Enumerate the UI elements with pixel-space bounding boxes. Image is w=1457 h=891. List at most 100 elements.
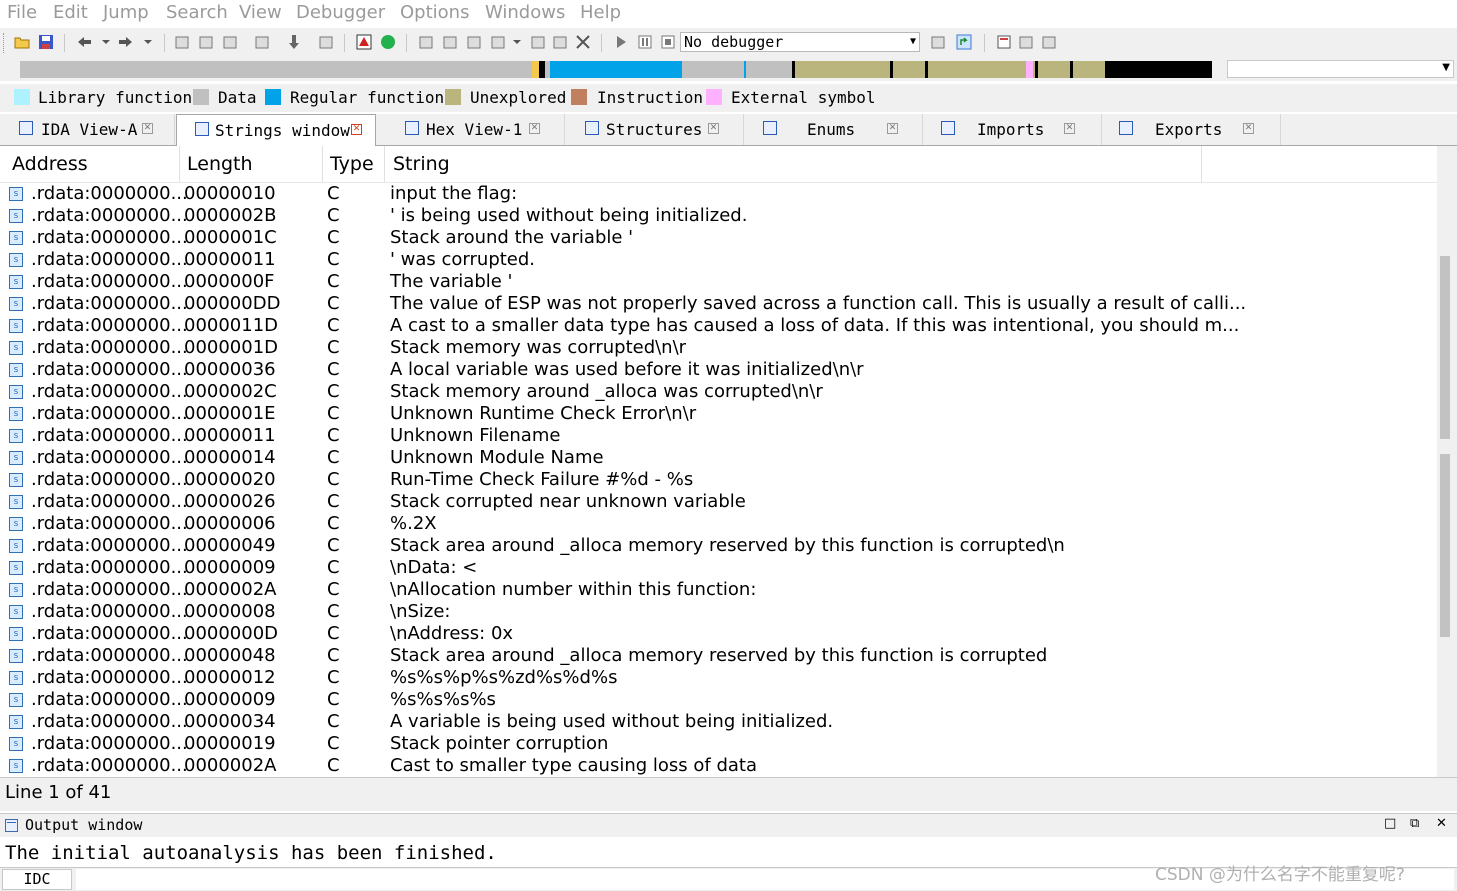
menu-edit[interactable]: Edit — [53, 2, 88, 23]
column-header-string[interactable]: String — [393, 153, 450, 175]
table-row[interactable]: s .rdata:0000000... 00000020 C Run-Time Chec… — [0, 469, 1437, 491]
table-row[interactable]: s .rdata:0000000... 0000000D C \nAddress: 0x — [0, 623, 1437, 645]
play-icon[interactable] — [613, 34, 629, 50]
add-segment-icon[interactable] — [1018, 34, 1034, 50]
back-arrow-icon[interactable] — [76, 34, 92, 50]
close-icon[interactable]: ✕ — [1064, 123, 1075, 134]
menu-search[interactable]: Search — [166, 2, 228, 23]
table-row[interactable]: s .rdata:0000000... 00000009 C %s%s%s%s — [0, 689, 1437, 711]
chevron-down-icon[interactable] — [509, 34, 525, 50]
text-search-icon[interactable] — [198, 34, 214, 50]
stop-icon[interactable] — [660, 34, 676, 50]
menu-jump[interactable]: Jump — [103, 2, 149, 23]
table-row[interactable]: s .rdata:0000000... 00000036 C A local varia… — [0, 359, 1437, 381]
table-row[interactable]: s .rdata:0000000... 00000049 C Stack area ar… — [0, 535, 1437, 557]
table-row[interactable]: s .rdata:0000000... 0000002A C Cast to small… — [0, 755, 1437, 776]
menu-debugger[interactable]: Debugger — [296, 2, 385, 23]
toolbar-grip[interactable] — [3, 33, 7, 53]
chevron-down-icon[interactable] — [140, 34, 156, 50]
menu-windows[interactable]: Windows — [485, 2, 565, 23]
vertical-scrollbar[interactable] — [1437, 146, 1457, 777]
breakpoint-icon[interactable] — [930, 34, 946, 50]
string-cell: %s%s%s%s — [390, 689, 496, 710]
undefine-icon[interactable] — [575, 34, 591, 50]
float-icon[interactable]: ⧉ — [1410, 816, 1419, 831]
save-icon[interactable] — [38, 34, 54, 50]
make-array-icon[interactable] — [466, 34, 482, 50]
menu-view[interactable]: View — [239, 2, 282, 23]
column-divider[interactable] — [1201, 146, 1202, 182]
search-next-icon[interactable] — [254, 34, 270, 50]
debugger-select[interactable]: No debugger ▼ — [680, 32, 920, 52]
column-divider[interactable] — [322, 146, 323, 182]
table-row[interactable]: s .rdata:0000000... 0000002C C Stack memory … — [0, 381, 1437, 403]
forward-arrow-icon[interactable] — [118, 34, 134, 50]
tab-structures[interactable]: Structures ✕ — [566, 114, 744, 145]
chevron-down-icon[interactable] — [98, 34, 114, 50]
make-data-icon[interactable] — [442, 34, 458, 50]
tab-hex-view-1[interactable]: Hex View-1 ✕ — [377, 114, 565, 145]
binary-search-icon[interactable] — [174, 34, 190, 50]
table-row[interactable]: s .rdata:0000000... 00000008 C \nSize: — [0, 601, 1437, 623]
immediate-search-icon[interactable] — [222, 34, 238, 50]
table-row[interactable]: s .rdata:0000000... 00000014 C Unknown Modul… — [0, 447, 1437, 469]
table-row[interactable]: s .rdata:0000000... 0000002A C \nAllocation … — [0, 579, 1437, 601]
idc-language-button[interactable]: IDC — [2, 869, 72, 890]
column-divider[interactable] — [179, 146, 180, 182]
menu-options[interactable]: Options — [400, 2, 469, 23]
table-row[interactable]: s .rdata:0000000... 00000006 C %.2X — [0, 513, 1437, 535]
close-icon[interactable]: ✕ — [708, 123, 719, 134]
table-row[interactable]: s .rdata:0000000... 00000026 C Stack corrupt… — [0, 491, 1437, 513]
structures-icon[interactable] — [996, 34, 1012, 50]
menu-file[interactable]: File — [7, 2, 37, 23]
restore-icon[interactable]: □ — [1384, 816, 1396, 831]
table-row[interactable]: s .rdata:0000000... 00000012 C %s%s%p%s%zd%s… — [0, 667, 1437, 689]
tab-enums[interactable]: Enums ✕ — [745, 114, 923, 145]
cross-reference-icon[interactable] — [318, 34, 334, 50]
table-row[interactable]: s .rdata:0000000... 00000010 Cinput the fla… — [0, 183, 1437, 205]
table-row[interactable]: s .rdata:0000000... 00000048 C Stack area ar… — [0, 645, 1437, 667]
tab-imports[interactable]: Imports ✕ — [924, 114, 1102, 145]
table-row[interactable]: s .rdata:0000000... 0000011D C A cast to a s… — [0, 315, 1437, 337]
navigation-select[interactable]: ▼ — [1227, 60, 1454, 78]
close-icon[interactable]: ✕ — [887, 123, 898, 134]
make-struct-icon[interactable] — [490, 34, 506, 50]
close-icon[interactable]: ✕ — [142, 123, 153, 134]
open-folder-icon[interactable] — [14, 34, 30, 50]
down-arrow-icon[interactable] — [286, 34, 302, 50]
delete-segment-icon[interactable] — [1041, 34, 1057, 50]
green-circle-icon[interactable] — [380, 34, 396, 50]
make-code-icon[interactable] — [418, 34, 434, 50]
graph-view-icon[interactable] — [356, 34, 372, 50]
table-row[interactable]: s .rdata:0000000... 00000011 C ' was corrupt… — [0, 249, 1437, 271]
close-icon[interactable]: ✕ — [351, 124, 362, 135]
close-icon[interactable]: ✕ — [1436, 816, 1447, 831]
navigation-strip[interactable] — [20, 61, 1212, 78]
step-into-icon[interactable] — [956, 34, 972, 50]
table-row[interactable]: s .rdata:0000000... 00000019 C Stack pointer… — [0, 733, 1437, 755]
make-function-icon[interactable] — [530, 34, 546, 50]
table-row[interactable]: s .rdata:0000000... 0000001D C Stack memory … — [0, 337, 1437, 359]
make-string-icon[interactable] — [552, 34, 568, 50]
tab-strings-window[interactable]: Strings window ✕ — [176, 114, 376, 146]
close-icon[interactable]: ✕ — [529, 123, 540, 134]
table-row[interactable]: s .rdata:0000000... 0000001E C Unknown Runti… — [0, 403, 1437, 425]
table-row[interactable]: s .rdata:0000000... 0000002B C ' is being us… — [0, 205, 1437, 227]
tab-ida-view-a[interactable]: IDA View-A ✕ — [3, 114, 175, 145]
table-row[interactable]: s .rdata:0000000... 0000001C C Stack around … — [0, 227, 1437, 249]
menu-help[interactable]: Help — [580, 2, 621, 23]
table-row[interactable]: s .rdata:0000000... 00000011 C Unknown Filen… — [0, 425, 1437, 447]
table-row[interactable]: s .rdata:0000000... 0000000F C The variable … — [0, 271, 1437, 293]
column-header-address[interactable]: Address — [12, 153, 88, 175]
table-row[interactable]: s .rdata:0000000... 00000009 C \nData: < — [0, 557, 1437, 579]
table-row[interactable]: s .rdata:0000000... 00000034 C A variable is… — [0, 711, 1437, 733]
table-row[interactable]: s .rdata:0000000... 000000DD C The value of … — [0, 293, 1437, 315]
column-header-type[interactable]: Type — [330, 153, 374, 175]
column-header-length[interactable]: Length — [187, 153, 253, 175]
tab-exports[interactable]: Exports ✕ — [1103, 114, 1281, 145]
column-divider[interactable] — [384, 146, 385, 182]
scrollbar-thumb[interactable] — [1440, 256, 1450, 439]
close-icon[interactable]: ✕ — [1243, 123, 1254, 134]
pause-icon[interactable] — [637, 34, 653, 50]
scrollbar-thumb[interactable] — [1440, 454, 1450, 637]
